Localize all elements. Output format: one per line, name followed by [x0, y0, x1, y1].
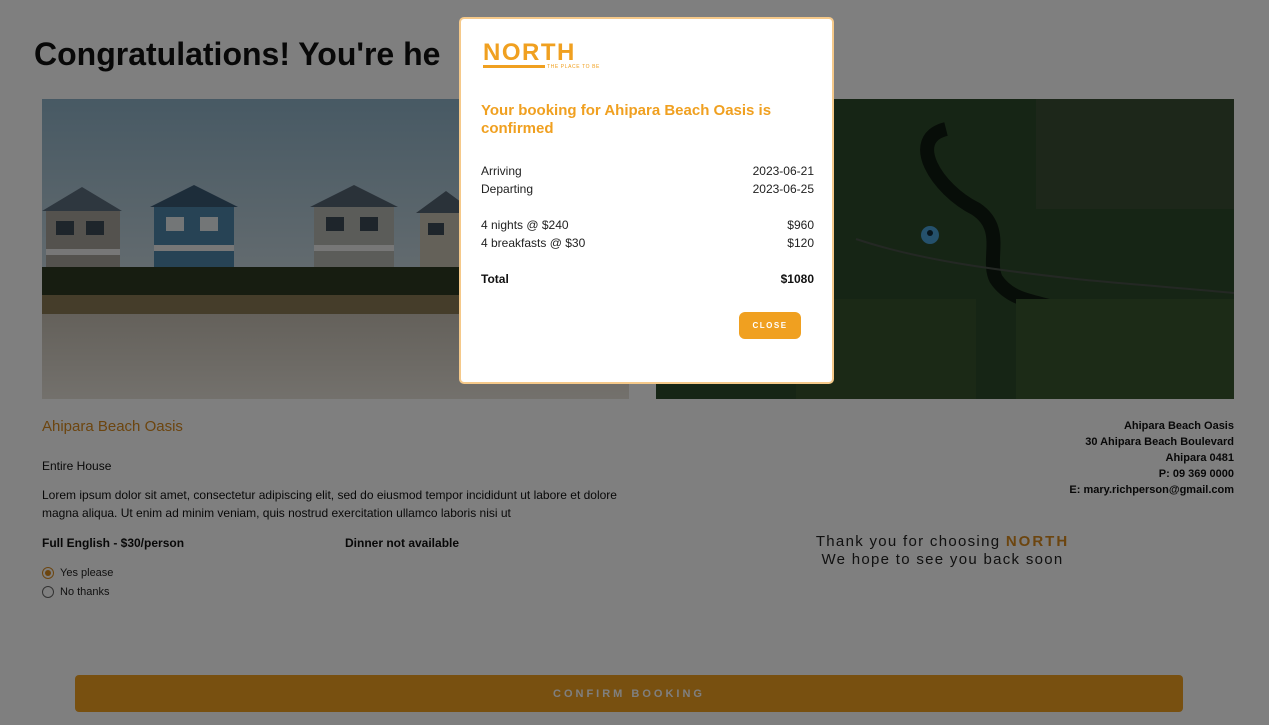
departing-row: Departing 2023-06-25: [481, 182, 814, 196]
nights-row: 4 nights @ $240 $960: [481, 218, 814, 232]
logo-underline: [483, 65, 545, 68]
total-value: $1080: [780, 272, 814, 286]
close-button[interactable]: CLOSE: [739, 312, 801, 339]
nights-label: 4 nights @ $240: [481, 218, 569, 232]
north-logo: NORTH THE PLACE TO BE: [483, 41, 613, 73]
breakfasts-row: 4 breakfasts @ $30 $120: [481, 236, 814, 250]
arriving-label: Arriving: [481, 164, 522, 178]
booking-confirmation-modal: NORTH THE PLACE TO BE Your booking for A…: [459, 17, 834, 384]
breakfasts-value: $120: [787, 236, 814, 250]
logo-word: NORTH: [483, 39, 576, 66]
arriving-row: Arriving 2023-06-21: [481, 164, 814, 178]
total-row: Total $1080: [481, 272, 814, 286]
nights-value: $960: [787, 218, 814, 232]
modal-title: Your booking for Ahipara Beach Oasis is …: [481, 102, 772, 137]
total-label: Total: [481, 272, 509, 286]
departing-value: 2023-06-25: [752, 182, 814, 196]
arriving-value: 2023-06-21: [752, 164, 814, 178]
breakfasts-label: 4 breakfasts @ $30: [481, 236, 586, 250]
logo-tagline: THE PLACE TO BE: [547, 64, 600, 70]
departing-label: Departing: [481, 182, 534, 196]
